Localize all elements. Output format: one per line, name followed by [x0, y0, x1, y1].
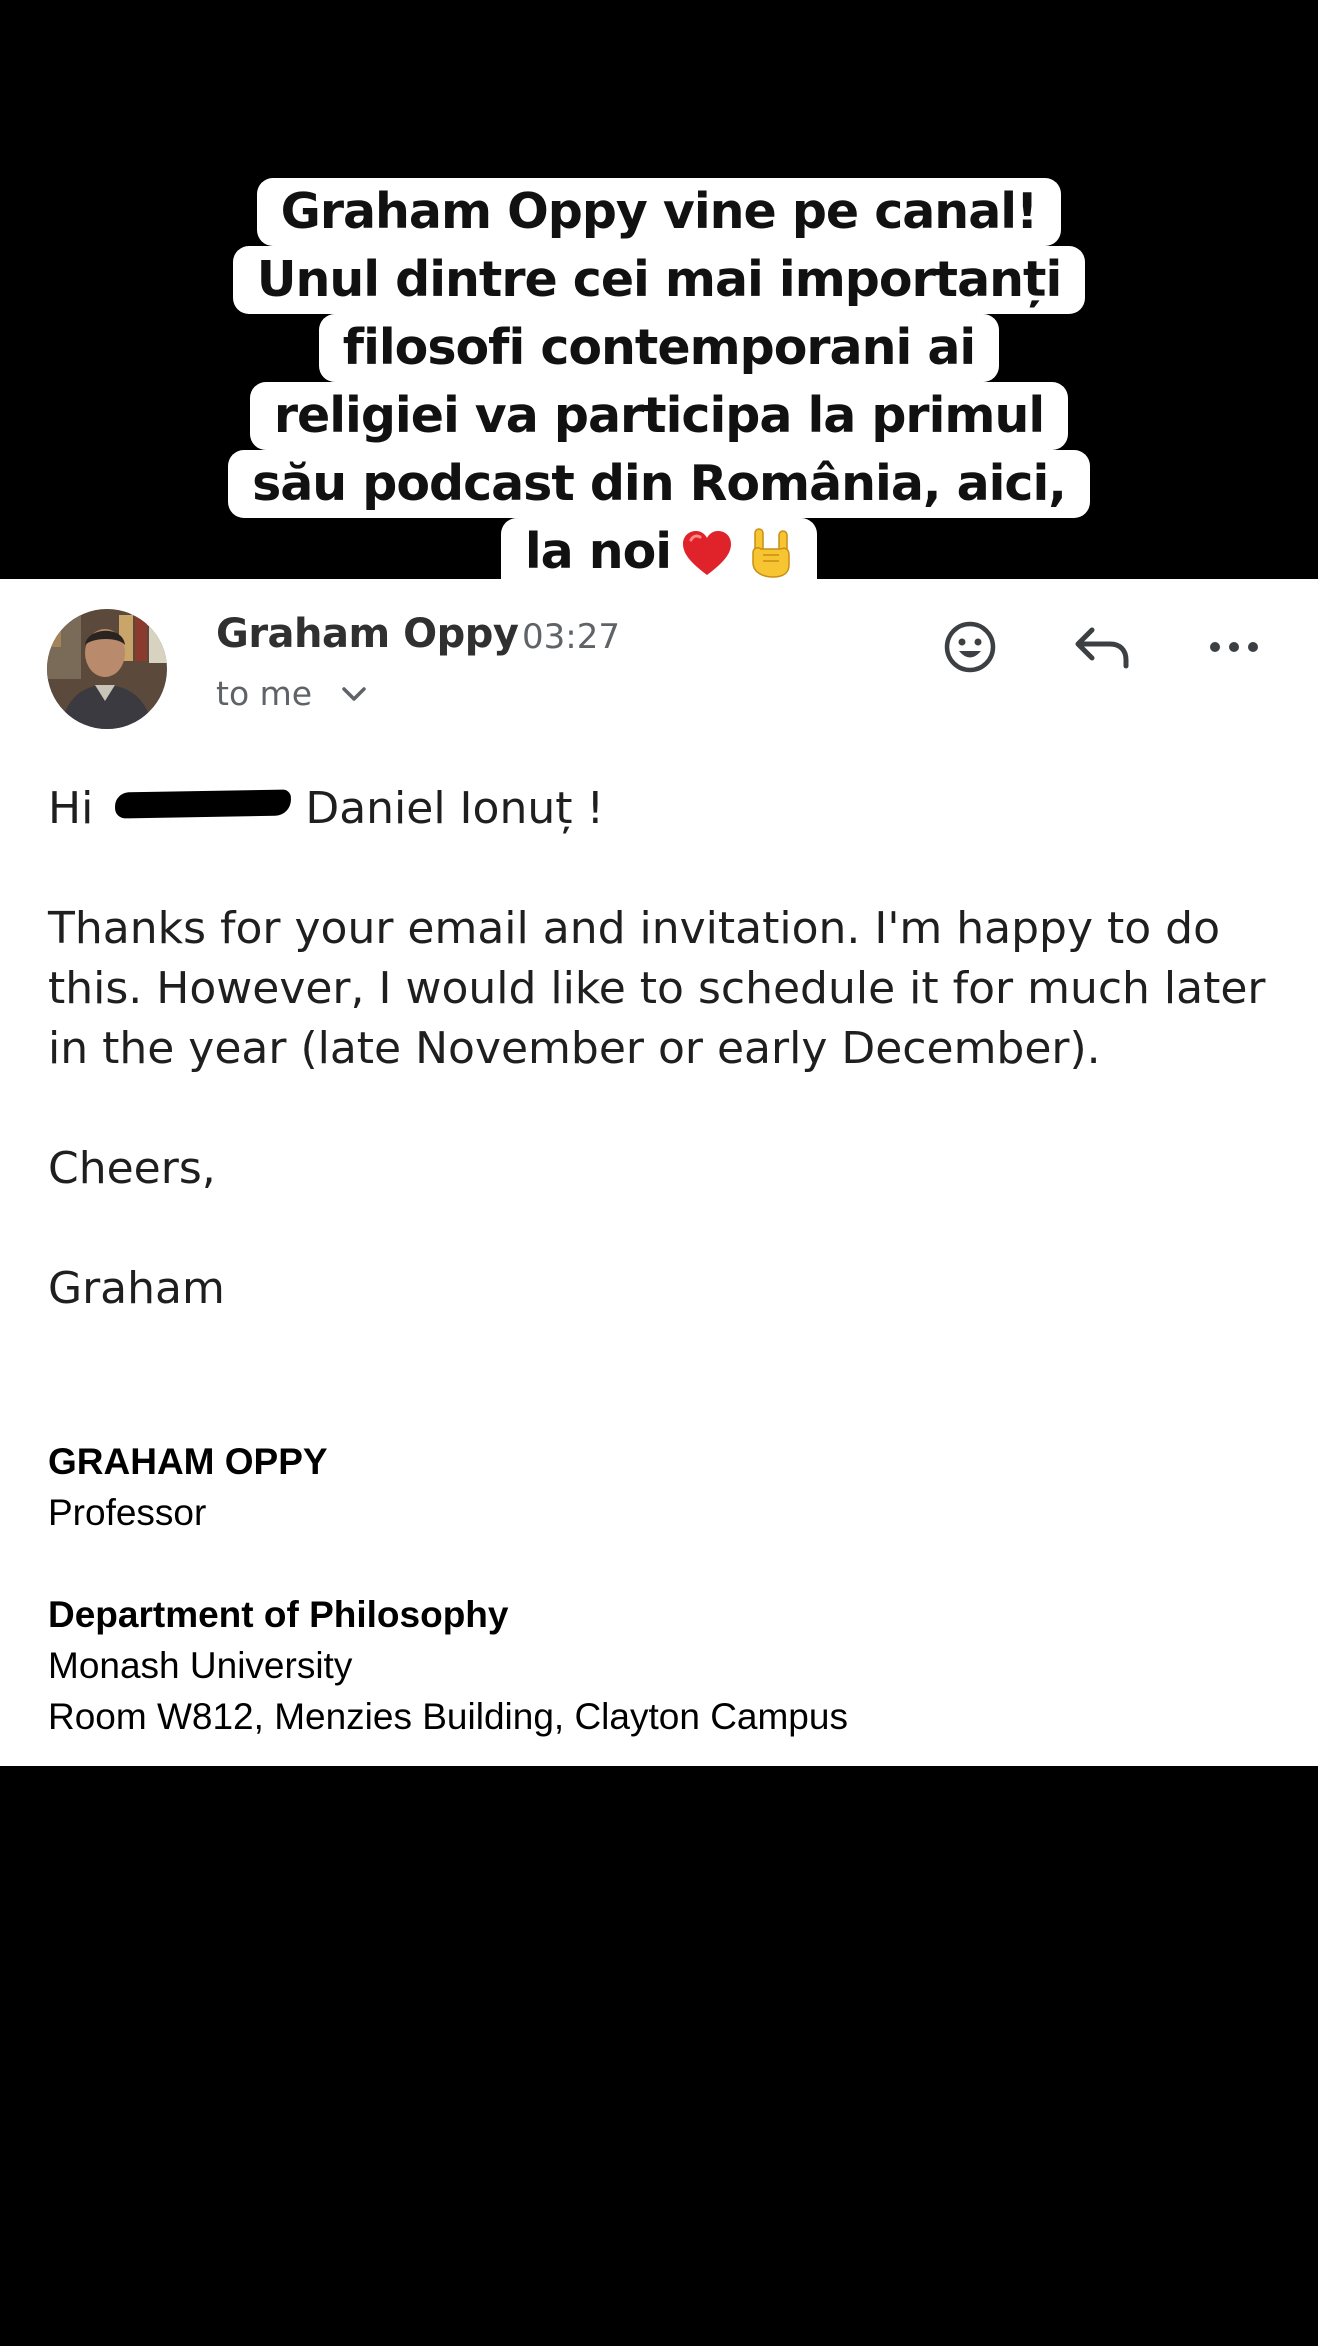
signature-address: Room W812, Menzies Building, Clayton Cam…	[48, 1696, 848, 1737]
signature-name: GRAHAM OPPY	[48, 1441, 328, 1482]
recipient-label: to me	[216, 674, 313, 713]
body-paragraph-line-2: this. However, I would like to schedule …	[48, 963, 1266, 1014]
signature-department: Department of Philosophy	[48, 1594, 509, 1635]
caption-line-6-text: la noi	[524, 523, 672, 580]
video-caption: Graham Oppy vine pe canal! Unul dintre c…	[0, 178, 1318, 590]
red-heart-icon	[683, 530, 732, 575]
greeting-line: Hi Daniel Ionuț !	[48, 779, 604, 839]
body-paragraph-line-1: Thanks for your email and invitation. I'…	[48, 903, 1221, 954]
more-options-button[interactable]	[1202, 615, 1266, 679]
reply-icon	[1075, 627, 1129, 669]
caption-line-1: Graham Oppy vine pe canal!	[256, 178, 1062, 246]
closing-line: Cheers,	[48, 1143, 216, 1194]
emoji-reaction-button[interactable]	[938, 615, 1002, 679]
more-options-icon	[1210, 642, 1258, 652]
emoji-reaction-icon	[944, 621, 996, 673]
sign-of-the-horns-icon	[752, 527, 790, 578]
caption-line-4: religiei va participa la primul	[249, 382, 1069, 450]
received-time: 03:27	[522, 617, 620, 657]
sender-name[interactable]: Graham Oppy	[216, 611, 519, 657]
sign-off-name: Graham	[48, 1263, 225, 1314]
body-paragraph-line-3: in the year (late November or early Dece…	[48, 1023, 1101, 1074]
caption-line-5: său podcast din România, aici,	[228, 450, 1090, 518]
greeting-prefix: Hi	[48, 783, 94, 834]
avatar-photo	[47, 609, 167, 729]
caption-line-2: Unul dintre cei mai importanți	[232, 246, 1086, 314]
signature-university: Monash University	[48, 1645, 353, 1686]
caption-line-3: filosofi contemporani ai	[318, 314, 1000, 382]
greeting-name: Daniel Ionuț !	[305, 783, 605, 834]
sender-avatar[interactable]	[47, 609, 167, 729]
redacted-name	[115, 789, 292, 819]
recipient-details-toggle[interactable]: to me	[216, 674, 368, 713]
signature-title: Professor	[48, 1492, 207, 1533]
email-message: Graham Oppy 03:27 to me Hi Daniel Ionuț !	[0, 579, 1318, 1766]
caption-emojis	[681, 521, 793, 589]
chevron-down-icon	[342, 686, 366, 701]
reply-button[interactable]	[1070, 615, 1134, 679]
caption-line-6: la noi	[500, 518, 818, 590]
